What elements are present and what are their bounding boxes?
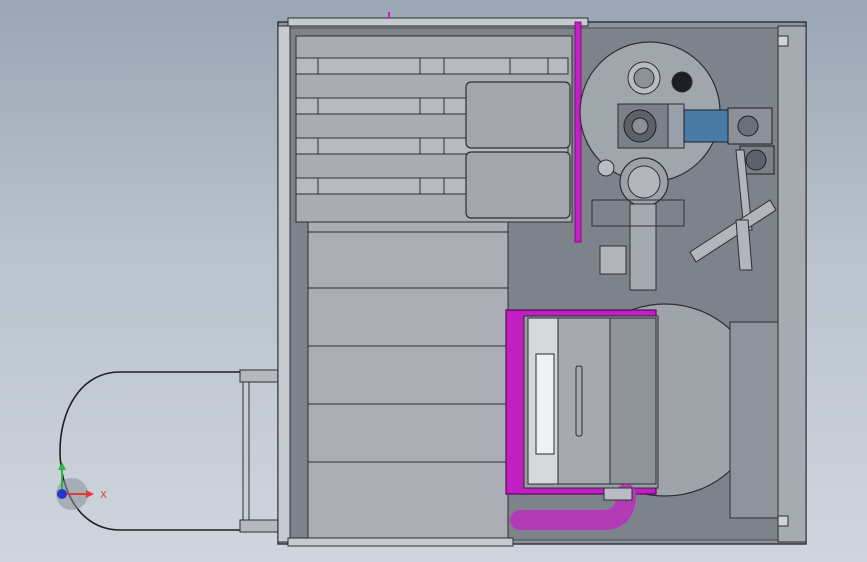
chute-collar <box>599 245 627 275</box>
side-port <box>597 159 615 177</box>
feed-chute[interactable] <box>629 203 657 291</box>
guard-loop <box>59 371 246 531</box>
hopper-door-right[interactable] <box>609 317 657 485</box>
gearbox-shaft <box>737 115 759 137</box>
storage-box-lower[interactable] <box>465 151 571 219</box>
hopper-door[interactable] <box>555 317 611 485</box>
triad-origin <box>57 489 67 499</box>
magenta-pipe-vertical[interactable] <box>574 21 582 243</box>
lower-panel-stack[interactable] <box>307 221 509 539</box>
triad-x-label: X <box>100 490 107 501</box>
triad-x-arrow-icon <box>86 490 94 498</box>
bottom-rail <box>287 537 514 547</box>
drive-motor[interactable] <box>683 109 731 143</box>
frame-post-left <box>277 25 291 543</box>
coordinate-triad: X <box>56 462 107 510</box>
assembly-drawing[interactable]: X <box>0 0 867 562</box>
hopper-window-glass <box>535 353 555 455</box>
triad-y-arrow-icon <box>58 462 66 470</box>
frame-post-right <box>777 25 807 543</box>
top-marker <box>388 12 390 18</box>
drum-side-plate <box>729 321 779 519</box>
feeder-flange-inner <box>627 165 661 199</box>
secondary-motor-fan <box>745 149 767 171</box>
pipe-coupling <box>603 487 633 501</box>
handle-rail <box>242 369 250 531</box>
top-rail <box>287 17 589 27</box>
storage-box-upper[interactable] <box>465 81 571 149</box>
cad-viewport[interactable]: X <box>0 0 867 562</box>
